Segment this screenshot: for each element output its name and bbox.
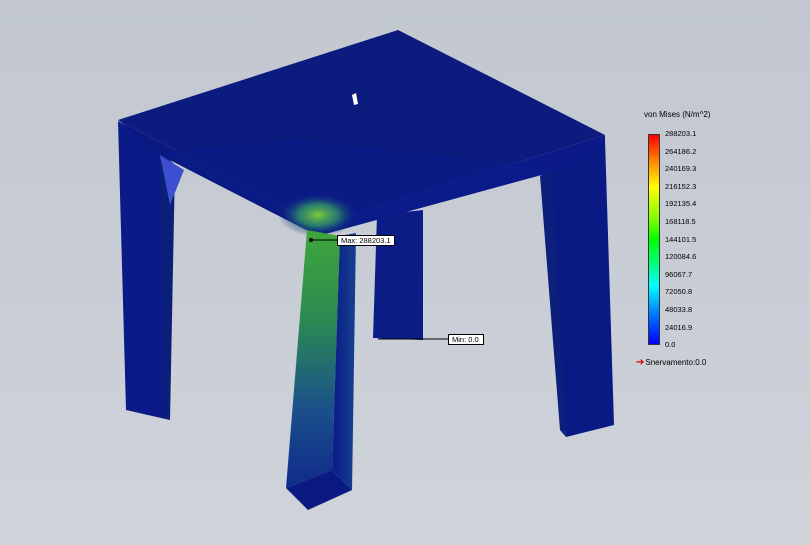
arrow-right-icon: ➔ [636,357,645,368]
legend-tick-label: 48033.8 [665,305,693,314]
legend-tick-label: 216152.3 [665,181,697,191]
max-probe-label[interactable]: Max: 288203.1 [337,235,395,246]
legend-tick-label: 0.0 [665,340,676,350]
stress-hotspot [278,193,358,237]
legend-tick-label: 288203.1 [665,129,697,138]
legend-tick-label: 264186.2 [665,146,697,156]
legend-title: von Mises (N/m^2) [644,110,711,119]
legend-tick-label: 192135.4 [665,199,697,209]
legend-tick-label: 72050.8 [665,287,693,297]
legend-tick-label: 24016.9 [665,322,693,332]
min-probe-label[interactable]: Min: 0.0 [448,334,484,345]
leg-front [286,230,340,488]
legend-tick-label: 96067.7 [665,269,693,279]
legend-tick-label: 120084.6 [665,252,697,262]
yield-label: Snervamento:0.0 [645,358,707,367]
legend-tick-label: 240169.3 [665,164,697,174]
legend-tick-label: 144101.5 [665,234,697,244]
legend-colorbar [648,134,660,345]
leg-back [373,210,423,340]
yield-indicator: ➔Snervamento:0.0 [636,357,706,368]
max-probe-point[interactable] [309,238,313,242]
legend-tick-label: 168118.5 [665,217,696,226]
